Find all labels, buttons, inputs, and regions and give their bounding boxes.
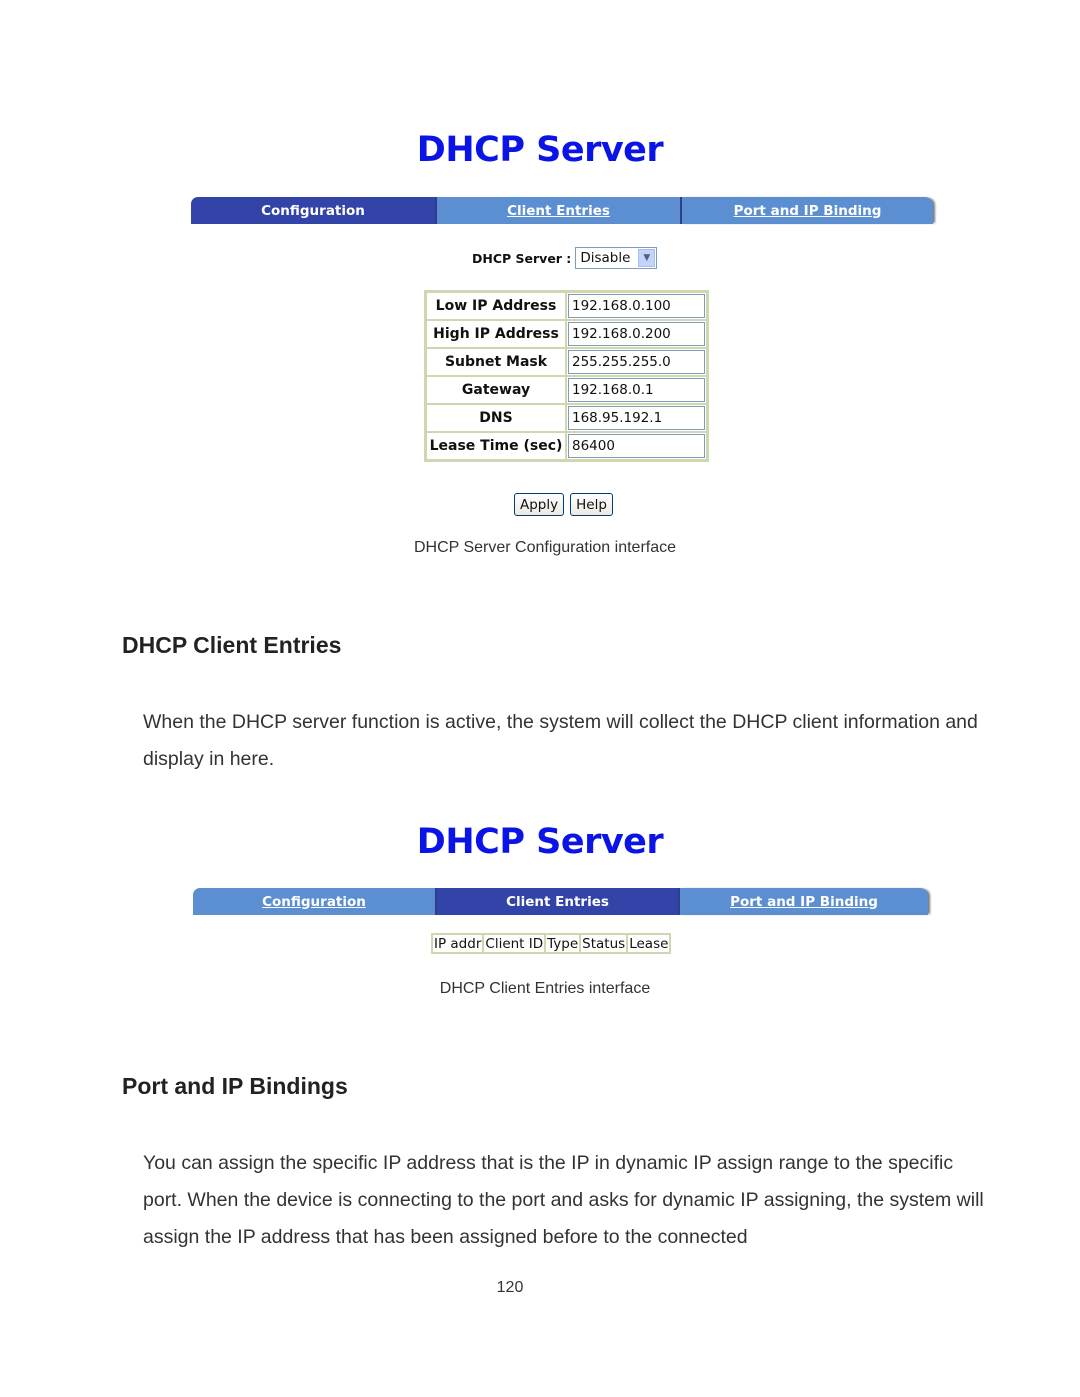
apply-button[interactable]: Apply bbox=[514, 493, 565, 516]
client-entries-table: IP addr Client ID Type Status Lease bbox=[431, 933, 672, 954]
table-row: DNS 168.95.192.1 bbox=[426, 404, 707, 432]
tab-label: Configuration bbox=[261, 202, 365, 219]
tab-configuration[interactable]: Configuration bbox=[193, 888, 435, 915]
section-heading-port-ip-bindings: Port and IP Bindings bbox=[122, 1073, 348, 1099]
column-header: Status bbox=[580, 934, 628, 953]
section-heading-client-entries: DHCP Client Entries bbox=[122, 632, 342, 658]
tab-label: Client Entries bbox=[506, 893, 609, 910]
figure2-title: DHCP Server bbox=[416, 822, 664, 862]
table-row: Lease Time (sec) 86400 bbox=[426, 432, 707, 460]
column-header: Client ID bbox=[483, 934, 546, 953]
high-ip-label: High IP Address bbox=[426, 320, 566, 348]
dhcp-server-row: DHCP Server : Disable ▼ bbox=[472, 247, 658, 269]
subnet-mask-label: Subnet Mask bbox=[426, 348, 566, 376]
table-row: Gateway 192.168.0.1 bbox=[426, 376, 707, 404]
figure1-title: DHCP Server bbox=[416, 130, 664, 170]
subnet-mask-input[interactable]: 255.255.255.0 bbox=[568, 350, 705, 374]
dns-label: DNS bbox=[426, 404, 566, 432]
tab-client-entries[interactable]: Client Entries bbox=[435, 197, 680, 224]
high-ip-input[interactable]: 192.168.0.200 bbox=[568, 322, 705, 346]
dns-input[interactable]: 168.95.192.1 bbox=[568, 406, 705, 430]
tab-configuration[interactable]: Configuration bbox=[191, 197, 435, 224]
dhcp-server-select-value: Disable bbox=[580, 250, 631, 266]
dhcp-server-select[interactable]: Disable ▼ bbox=[575, 247, 658, 269]
figure1-caption: DHCP Server Configuration interface bbox=[413, 539, 677, 556]
chevron-down-icon[interactable]: ▼ bbox=[638, 249, 656, 267]
page-number: 120 bbox=[496, 1279, 524, 1296]
low-ip-label: Low IP Address bbox=[426, 292, 566, 320]
button-row: Apply Help bbox=[514, 493, 613, 516]
tab-label: Client Entries bbox=[507, 202, 610, 219]
lease-time-label: Lease Time (sec) bbox=[426, 432, 566, 460]
column-header: Type bbox=[545, 934, 581, 953]
tab-label: Port and IP Binding bbox=[730, 893, 878, 910]
help-button[interactable]: Help bbox=[570, 493, 613, 516]
gateway-label: Gateway bbox=[426, 376, 566, 404]
figure2-caption: DHCP Client Entries interface bbox=[439, 980, 651, 997]
column-header: Lease bbox=[627, 934, 671, 953]
tab-label: Port and IP Binding bbox=[733, 202, 882, 219]
dhcp-server-label: DHCP Server : bbox=[472, 250, 572, 266]
table-row: High IP Address 192.168.0.200 bbox=[426, 320, 707, 348]
low-ip-input[interactable]: 192.168.0.100 bbox=[568, 294, 705, 318]
tab-client-entries[interactable]: Client Entries bbox=[435, 888, 678, 915]
tab-port-ip-binding[interactable]: Port and IP Binding bbox=[678, 888, 928, 915]
lease-time-input[interactable]: 86400 bbox=[568, 434, 705, 458]
config-table: Low IP Address 192.168.0.100 High IP Add… bbox=[424, 290, 709, 462]
gateway-input[interactable]: 192.168.0.1 bbox=[568, 378, 705, 402]
section-paragraph-client-entries: When the DHCP server function is active,… bbox=[143, 711, 978, 770]
table-row: Low IP Address 192.168.0.100 bbox=[426, 292, 707, 320]
tab-label: Configuration bbox=[262, 893, 366, 910]
table-header-row: IP addr Client ID Type Status Lease bbox=[432, 934, 671, 953]
column-header: IP addr bbox=[432, 934, 484, 953]
figure1-tabbar: Configuration Client Entries Port and IP… bbox=[191, 197, 933, 224]
tab-port-ip-binding[interactable]: Port and IP Binding bbox=[680, 197, 933, 224]
figure2-tabbar: Configuration Client Entries Port and IP… bbox=[193, 888, 928, 915]
table-row: Subnet Mask 255.255.255.0 bbox=[426, 348, 707, 376]
section-paragraph-port-ip-bindings: You can assign the specific IP address t… bbox=[143, 1152, 984, 1248]
